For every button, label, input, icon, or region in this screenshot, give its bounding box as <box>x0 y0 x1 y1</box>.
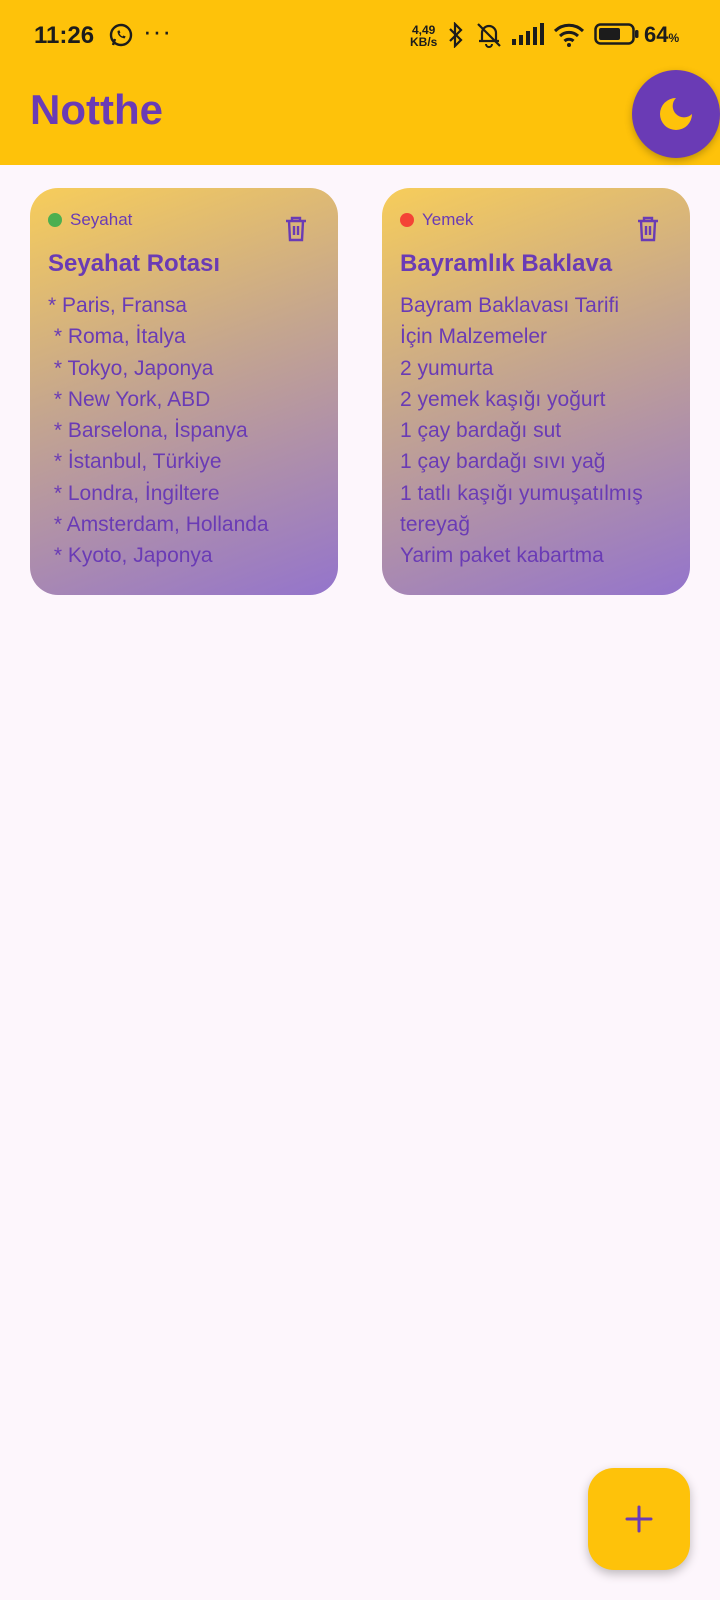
network-speed: 4,49 KB/s <box>410 23 438 49</box>
wifi-icon <box>553 23 585 47</box>
note-category: Yemek <box>400 210 670 230</box>
note-body: Bayram Baklavası Tarifi İçin Malzemeler … <box>400 290 670 572</box>
note-line: * Amsterdam, Hollanda <box>48 513 269 537</box>
app-title: Notthe <box>30 86 163 133</box>
whatsapp-icon <box>109 23 133 47</box>
note-line: 1 çay bardağı sıvı yağ <box>400 450 606 474</box>
note-line: İçin Malzemeler <box>400 325 548 349</box>
signal-icon <box>512 23 544 45</box>
moon-icon <box>660 98 692 130</box>
category-dot-icon <box>400 213 414 227</box>
status-bar: 11:26 ··· 4,49 KB/s 64% <box>0 0 720 72</box>
more-notifications-icon: ··· <box>143 16 172 46</box>
note-line: * Roma, İtalya <box>48 325 186 349</box>
note-line: 1 tatlı kaşığı yumuşatılmış <box>400 481 643 505</box>
note-line: Yarim paket kabartma <box>400 544 604 568</box>
status-time: 11:26 <box>34 22 95 49</box>
note-line: tereyağ <box>400 513 471 537</box>
category-label: Yemek <box>422 210 474 229</box>
note-title: Seyahat Rotası <box>48 250 221 277</box>
delete-icon[interactable] <box>284 216 308 242</box>
note-body: * Paris, Fransa * Roma, İtalya * Tokyo, … <box>48 290 318 572</box>
note-line: * Barselona, İspanya <box>48 419 248 443</box>
delete-icon[interactable] <box>636 216 660 242</box>
note-line: * Tokyo, Japonya <box>48 356 214 380</box>
mute-icon <box>477 23 501 48</box>
bluetooth-icon <box>449 22 463 48</box>
note-card[interactable]: Yemek Bayramlık Baklava Bayram Baklavası… <box>382 188 690 595</box>
add-note-button[interactable] <box>588 1468 690 1570</box>
note-line: * Kyoto, Japonya <box>48 544 213 568</box>
note-line: * İstanbul, Türkiye <box>48 450 222 474</box>
note-line: 1 çay bardağı sut <box>400 419 562 443</box>
note-line: * Londra, İngiltere <box>48 481 220 505</box>
note-line: Bayram Baklavası Tarifi <box>400 294 620 317</box>
category-dot-icon <box>48 213 62 227</box>
note-card[interactable]: Seyahat Seyahat Rotası * Paris, Fransa *… <box>30 188 338 595</box>
note-line: * New York, ABD <box>48 387 211 411</box>
battery-percentage: 64% <box>644 22 680 47</box>
note-category: Seyahat <box>48 210 318 230</box>
battery-icon <box>594 23 639 45</box>
note-line: 2 yemek kaşığı yoğurt <box>400 387 606 411</box>
note-line: * Paris, Fransa <box>48 294 187 317</box>
theme-toggle-button[interactable] <box>632 70 720 158</box>
note-line: 2 yumurta <box>400 356 494 380</box>
category-label: Seyahat <box>70 210 133 229</box>
plus-icon <box>625 1505 653 1533</box>
note-title: Bayramlık Baklava <box>400 250 613 277</box>
